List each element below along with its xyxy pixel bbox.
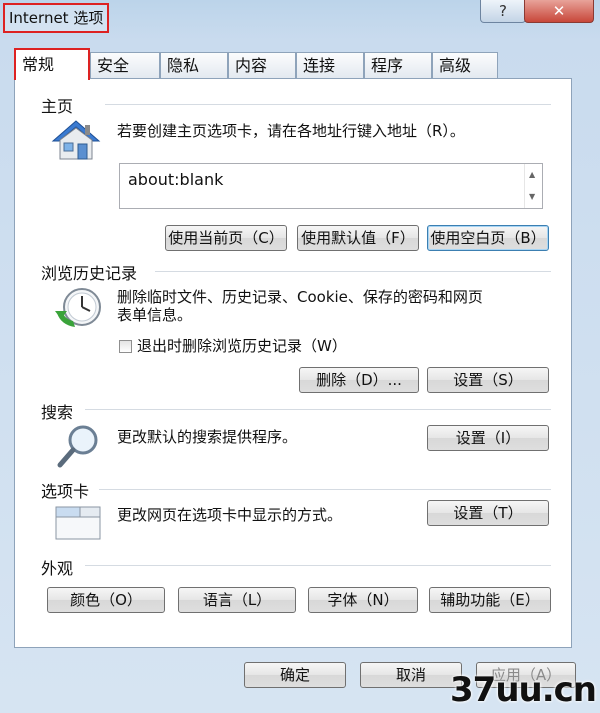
homepage-scrollbar[interactable]: ▲ ▼ [524, 164, 542, 208]
appearance-group-title: 外观 [41, 555, 80, 579]
use-blank-button[interactable]: 使用空白页（B） [427, 225, 549, 251]
homepage-address-value: about:blank [128, 170, 224, 189]
homepage-group-title: 主页 [41, 93, 80, 117]
site-watermark: 37uu.cn [450, 670, 597, 710]
tabs-group-title: 选项卡 [41, 478, 96, 502]
history-description-line2: 表单信息。 [117, 306, 193, 324]
help-button[interactable]: ? [480, 0, 526, 23]
tab-content[interactable]: 内容 [228, 52, 296, 78]
scroll-down-icon[interactable]: ▼ [529, 192, 535, 201]
search-settings-button[interactable]: 设置（I） [427, 425, 549, 451]
tabs-description: 更改网页在选项卡中显示的方式。 [117, 506, 343, 524]
internet-options-window: Internet 选项 ? ✕ 常规 安全 隐私 内容 连接 程序 高级 主页 … [0, 0, 600, 713]
fonts-button[interactable]: 字体（N） [308, 587, 418, 613]
window-title: Internet 选项 [3, 3, 110, 33]
tab-advanced[interactable]: 高级 [432, 52, 498, 78]
delete-on-exit-checkbox[interactable] [119, 340, 132, 353]
homepage-description: 若要创建主页选项卡，请在各地址行键入地址（R）。 [117, 122, 465, 140]
tab-programs[interactable]: 程序 [364, 52, 432, 78]
history-settings-button[interactable]: 设置（S） [427, 367, 549, 393]
close-button[interactable]: ✕ [524, 0, 594, 23]
tab-general[interactable]: 常规 [14, 48, 90, 80]
tabs-window-icon [55, 503, 105, 543]
tab-security[interactable]: 安全 [90, 52, 160, 78]
colors-button[interactable]: 颜色（O） [47, 587, 165, 613]
cancel-button[interactable]: 取消 [360, 662, 462, 688]
history-divider [155, 271, 551, 272]
ok-button[interactable]: 确定 [244, 662, 346, 688]
use-current-button[interactable]: 使用当前页（C） [165, 225, 287, 251]
homepage-address-field[interactable]: about:blank ▲ ▼ [119, 163, 543, 209]
delete-history-button[interactable]: 删除（D）... [299, 367, 419, 393]
home-icon [51, 119, 101, 163]
search-magnifier-icon [55, 423, 105, 471]
scroll-up-icon[interactable]: ▲ [529, 170, 535, 179]
history-clock-icon [53, 285, 103, 331]
tab-connections[interactable]: 连接 [296, 52, 364, 78]
use-default-button[interactable]: 使用默认值（F） [297, 225, 419, 251]
accessibility-button[interactable]: 辅助功能（E） [429, 587, 551, 613]
languages-button[interactable]: 语言（L） [178, 587, 296, 613]
history-description-line1: 删除临时文件、历史记录、Cookie、保存的密码和网页 [117, 288, 483, 306]
search-description: 更改默认的搜索提供程序。 [117, 428, 298, 446]
search-divider [85, 409, 551, 410]
general-tab-panel: 主页 若要创建主页选项卡，请在各地址行键入地址（R）。 about:blank … [14, 78, 572, 648]
tabs-divider [99, 489, 551, 490]
title-bar: Internet 选项 ? ✕ [0, 0, 600, 34]
appearance-divider [85, 565, 551, 566]
tab-privacy[interactable]: 隐私 [160, 52, 228, 78]
tabs-settings-button[interactable]: 设置（T） [427, 500, 549, 526]
history-group-title: 浏览历史记录 [41, 260, 144, 284]
homepage-divider [105, 104, 551, 105]
search-group-title: 搜索 [41, 399, 80, 423]
delete-on-exit-label[interactable]: 退出时删除浏览历史记录（W） [137, 337, 347, 356]
